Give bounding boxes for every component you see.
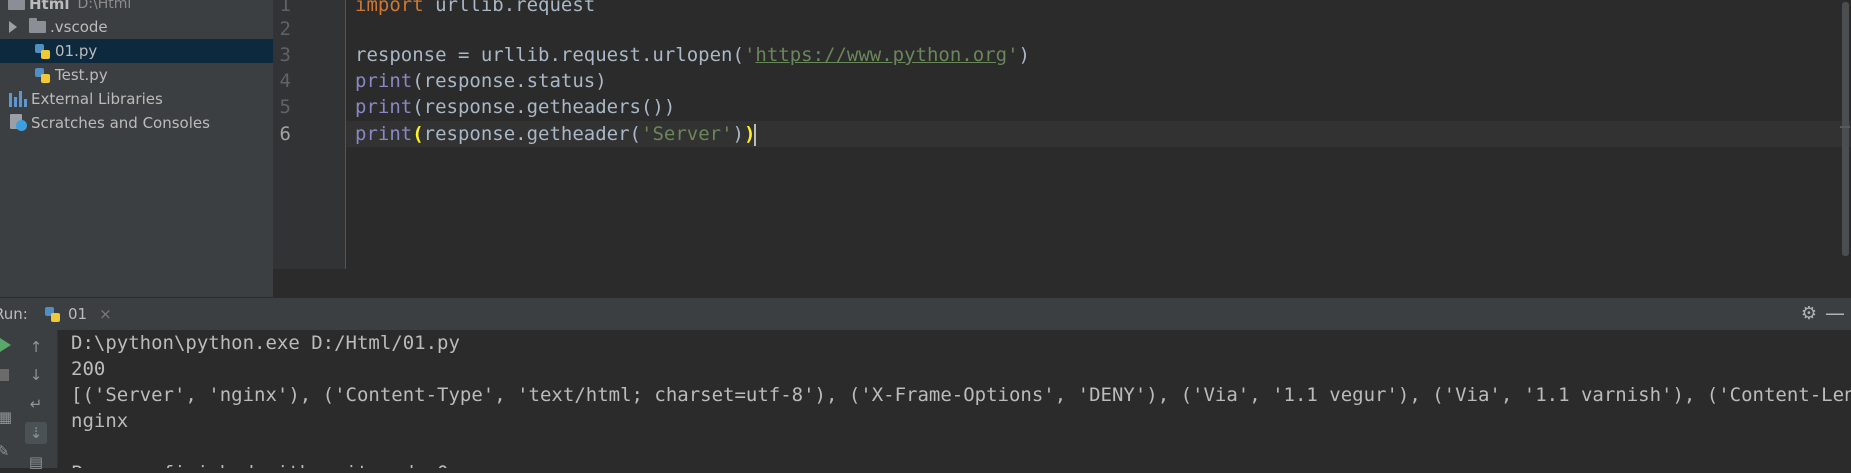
code-text: (response.getheaders()) bbox=[412, 96, 676, 118]
library-icon bbox=[9, 91, 27, 107]
matched-brace-open: ( bbox=[412, 123, 424, 145]
tree-item-vscode[interactable]: .vscode bbox=[0, 15, 273, 39]
tree-item-scratches[interactable]: Scratches and Consoles bbox=[0, 111, 273, 135]
code-line-6[interactable]: print(response.getheader('Server')) bbox=[355, 121, 757, 147]
code-editor[interactable]: import urllib.request response = urllib.… bbox=[346, 0, 1851, 269]
play-icon bbox=[0, 338, 11, 352]
tree-item-label: Scratches and Consoles bbox=[31, 114, 210, 132]
code-line-5[interactable]: print(response.getheaders()) bbox=[355, 94, 675, 120]
code-text: ) bbox=[1018, 44, 1030, 66]
console-line: Process finished with exit code 0 bbox=[71, 460, 449, 468]
code-text: response.getheader( bbox=[423, 123, 641, 145]
scroll-up-button[interactable]: ↑ bbox=[25, 336, 47, 358]
console-line: D:\python\python.exe D:/Html/01.py bbox=[71, 332, 460, 354]
line-number: 3 bbox=[279, 44, 291, 66]
tree-item-label: Test.py bbox=[55, 66, 108, 84]
line-number-gutter: 1 2 3 4 5 6 bbox=[273, 0, 346, 269]
tree-root-label: Html bbox=[29, 0, 70, 13]
rerun-button[interactable] bbox=[0, 336, 16, 358]
line-number: 5 bbox=[279, 96, 291, 118]
run-label: Run: bbox=[0, 305, 28, 323]
scroll-to-end-icon: ⇣ bbox=[29, 424, 43, 442]
gear-icon[interactable]: ⚙ bbox=[1799, 304, 1819, 324]
editor-scrollbar[interactable] bbox=[1839, 0, 1851, 269]
wrap-icon: ↵ bbox=[29, 395, 43, 413]
pin-button[interactable]: ✎ bbox=[0, 440, 14, 462]
stop-icon bbox=[0, 369, 9, 381]
code-text: response = urllib.request.urlopen( bbox=[355, 44, 744, 66]
stop-button[interactable] bbox=[0, 365, 14, 387]
builtin-print: print bbox=[355, 70, 413, 92]
project-tree-panel: Html D:\Html .vscode 01.py Test.py Exter… bbox=[0, 0, 274, 297]
tree-item-label: 01.py bbox=[55, 42, 98, 60]
python-run-icon bbox=[44, 306, 61, 323]
scroll-to-end-button[interactable]: ⇣ bbox=[25, 422, 47, 444]
line-number: 4 bbox=[279, 70, 291, 92]
soft-wrap-button[interactable]: ↵ bbox=[25, 393, 47, 415]
code-text: urllib.request bbox=[423, 0, 596, 16]
python-file-icon bbox=[34, 67, 51, 84]
expand-arrow-icon[interactable] bbox=[9, 21, 17, 33]
console-line: 200 bbox=[71, 358, 106, 380]
close-icon[interactable]: × bbox=[99, 305, 112, 323]
console-line: nginx bbox=[71, 410, 129, 432]
run-tab-label: 01 bbox=[68, 305, 88, 323]
console-line: [('Server', 'nginx'), ('Content-Type', '… bbox=[71, 384, 1851, 406]
tree-item-label: .vscode bbox=[50, 18, 108, 36]
keyword-import: import bbox=[355, 0, 424, 16]
url-link[interactable]: https://www.python.org bbox=[755, 44, 1007, 66]
minimize-icon[interactable]: — bbox=[1825, 303, 1845, 324]
line-number: 6 bbox=[279, 123, 291, 145]
code-text: ) bbox=[732, 123, 744, 145]
layout-button[interactable]: ▦ bbox=[0, 406, 16, 428]
print-icon: ▤ bbox=[28, 453, 44, 471]
tree-item-external-libraries[interactable]: External Libraries bbox=[0, 87, 273, 111]
arrow-up-icon: ↑ bbox=[29, 338, 43, 356]
code-line-3[interactable]: response = urllib.request.urlopen('https… bbox=[355, 42, 1030, 68]
run-console-output[interactable]: D:\python\python.exe D:/Html/01.py 200 [… bbox=[58, 330, 1851, 468]
scroll-down-button[interactable]: ↓ bbox=[25, 364, 47, 386]
string-quote: ' bbox=[1007, 44, 1019, 66]
run-tool-window-header: Run: 01 × ⚙ — bbox=[0, 297, 1851, 331]
code-text: (response.status) bbox=[412, 70, 607, 92]
tree-item-label: External Libraries bbox=[31, 90, 163, 108]
text-cursor bbox=[754, 123, 757, 146]
code-line-4[interactable]: print(response.status) bbox=[355, 68, 607, 94]
tree-item-01-py[interactable]: 01.py bbox=[0, 39, 273, 63]
folder-icon bbox=[29, 18, 46, 33]
string-literal: 'Server' bbox=[641, 123, 733, 145]
print-button[interactable]: ▤ bbox=[25, 451, 47, 473]
layout-icon: ▦ bbox=[0, 408, 13, 426]
editor-footer-area bbox=[273, 269, 1851, 297]
run-toolbar: ▦ ✎ ↑ ↓ ↵ ⇣ ▤ bbox=[0, 330, 58, 471]
folder-icon bbox=[8, 0, 25, 10]
run-tab-01[interactable]: 01 × bbox=[34, 298, 122, 330]
scrollbar-thumb[interactable] bbox=[1842, 2, 1849, 256]
string-quote: ' bbox=[743, 44, 756, 66]
scratches-icon bbox=[9, 114, 27, 132]
arrow-down-icon: ↓ bbox=[29, 366, 43, 384]
builtin-print: print bbox=[355, 96, 413, 118]
error-stripe-mark[interactable] bbox=[1840, 126, 1850, 128]
python-file-icon bbox=[34, 43, 51, 60]
tree-item-test-py[interactable]: Test.py bbox=[0, 63, 273, 87]
line-number: 2 bbox=[279, 18, 291, 40]
tree-root-html[interactable]: Html D:\Html bbox=[0, 0, 273, 16]
builtin-print: print bbox=[355, 123, 413, 145]
tree-root-path: D:\Html bbox=[77, 0, 132, 12]
code-line-1[interactable]: import urllib.request bbox=[355, 0, 595, 18]
pin-icon: ✎ bbox=[0, 442, 10, 460]
